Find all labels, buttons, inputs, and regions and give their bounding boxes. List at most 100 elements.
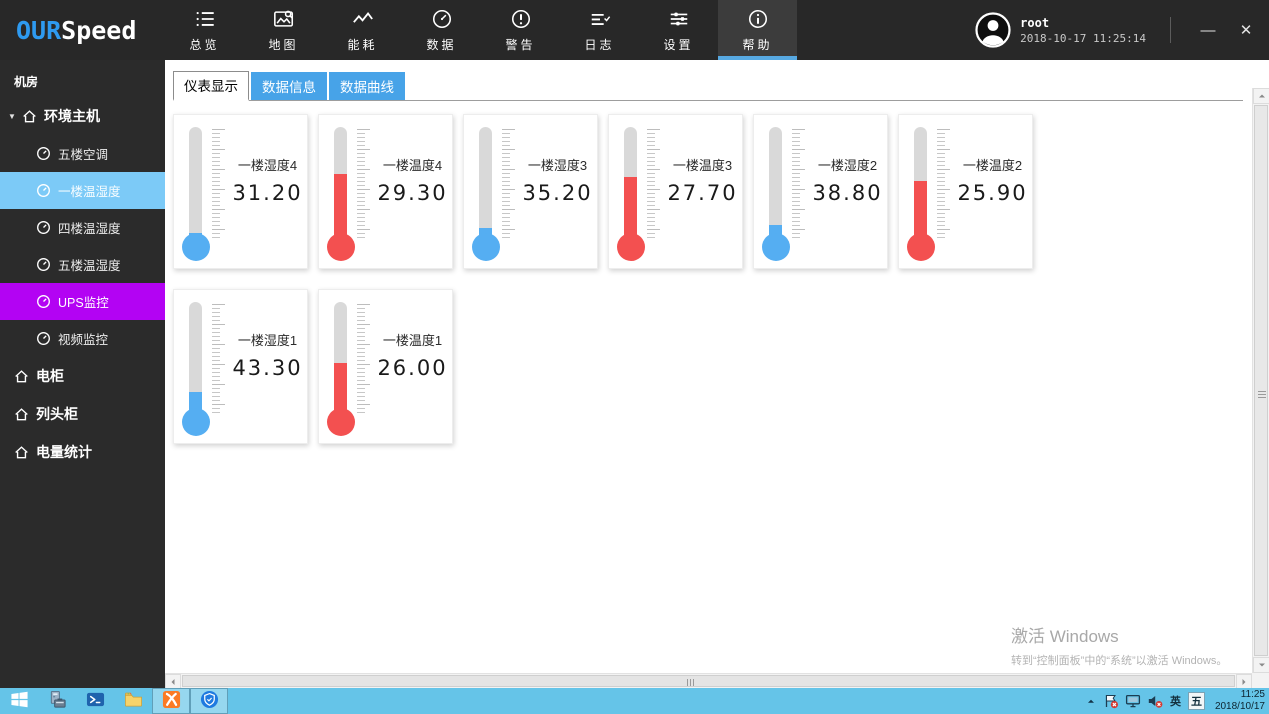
- user-info[interactable]: root 2018-10-17 11:25:14: [975, 0, 1146, 60]
- sidebar-group-power-statistics[interactable]: 电量统计: [0, 433, 165, 471]
- server-manager-button[interactable]: [38, 688, 76, 714]
- sidebar-group-row-head-cabinet[interactable]: 列头柜: [0, 395, 165, 433]
- sidebar-group-power-cabinet[interactable]: 电柜: [0, 357, 165, 395]
- sidebar-section-machine-room[interactable]: 机房: [0, 64, 165, 97]
- tray-network-icon: [1125, 693, 1141, 709]
- nav-item-label: 地图: [268, 36, 298, 53]
- volume-muted[interactable]: [1147, 693, 1163, 709]
- gauge-label: 一楼温度3: [673, 155, 732, 174]
- sidebar-item-5f-air-conditioning[interactable]: 五楼空调: [0, 135, 165, 172]
- sidebar-item-label: 环境主机: [44, 106, 100, 126]
- tray-flag-icon: [1103, 693, 1119, 709]
- log-icon: [589, 8, 611, 30]
- thermometer-fill: [914, 181, 927, 237]
- nav-item-label: 日志: [584, 36, 614, 53]
- powershell-icon: [86, 690, 105, 712]
- start-button[interactable]: [0, 688, 38, 714]
- map-icon: [273, 8, 295, 30]
- scroll-down-button[interactable]: [1253, 657, 1269, 673]
- nav-logs[interactable]: 日志: [560, 0, 639, 60]
- scroll-up-button[interactable]: [1253, 88, 1269, 104]
- tab-data-curve[interactable]: 数据曲线: [329, 72, 405, 100]
- thermometer-bulb: [182, 408, 210, 436]
- sidebar-item-label: 电量统计: [36, 442, 92, 462]
- gauge-value: 25.90: [957, 181, 1027, 205]
- gauge-label: 一楼湿度2: [818, 155, 877, 174]
- minimize-button[interactable]: —: [1189, 0, 1227, 60]
- thermometer-scale: [502, 129, 515, 238]
- sidebar-item-4f-temp-humidity[interactable]: 四楼温湿度: [0, 209, 165, 246]
- current-datetime: 2018-10-17 11:25:14: [1020, 32, 1146, 45]
- gauge-value: 35.20: [522, 181, 592, 205]
- thermometer-bulb: [182, 233, 210, 261]
- vertical-scrollbar-thumb[interactable]: [1254, 105, 1268, 656]
- scrollbar-corner: [1252, 673, 1269, 688]
- sidebar-item-label: 电柜: [36, 366, 64, 386]
- caret-down-icon: ▼: [8, 112, 22, 121]
- sidebar-item-video-monitoring[interactable]: 视频监控: [0, 320, 165, 357]
- horizontal-scrollbar-thumb[interactable]: [182, 675, 1235, 687]
- nav-item-label: 能耗: [347, 36, 377, 53]
- nav-map[interactable]: 地图: [244, 0, 323, 60]
- system-tray: 英 五 11:25 2018/10/17: [1086, 689, 1269, 713]
- sidebar-item-1f-temp-humidity[interactable]: 一楼温湿度: [0, 172, 165, 209]
- powershell-button[interactable]: [76, 688, 114, 714]
- thermometer-scale: [212, 129, 225, 238]
- nav-energy[interactable]: 能耗: [323, 0, 402, 60]
- xampp-button[interactable]: [152, 688, 190, 714]
- sidebar-item-5f-temp-humidity[interactable]: 五楼温湿度: [0, 246, 165, 283]
- hidden-icons-arrow[interactable]: [1086, 696, 1096, 706]
- nav-item-label: 数据: [426, 36, 456, 53]
- scroll-right-button[interactable]: [1236, 674, 1252, 688]
- nav-data[interactable]: 数据: [402, 0, 481, 60]
- sidebar-item-label: 视频监控: [58, 329, 108, 348]
- thermometer-icon: [174, 115, 232, 268]
- ime-indicator[interactable]: 五: [1188, 692, 1205, 710]
- scroll-left-button[interactable]: [165, 674, 181, 688]
- nav-help[interactable]: 帮助: [718, 0, 797, 60]
- vertical-scrollbar[interactable]: [1252, 88, 1269, 673]
- gauge-dial-icon: [431, 8, 453, 30]
- thermometer-scale: [647, 129, 660, 238]
- close-button[interactable]: ✕: [1227, 0, 1265, 60]
- horizontal-scrollbar[interactable]: [165, 673, 1252, 688]
- gauge-value: 26.00: [377, 356, 447, 380]
- gauge-value: 27.70: [667, 181, 737, 205]
- nav-settings[interactable]: 设置: [639, 0, 718, 60]
- windows-activation-watermark: 激活 Windows 转到“控制面板”中的“系统”以激活 Windows。: [1011, 622, 1227, 668]
- app-logo: OURSpeed: [0, 0, 165, 60]
- nav-overview[interactable]: 总览: [165, 0, 244, 60]
- tray-icons: [1103, 693, 1163, 709]
- logo-text-our: OUR: [16, 16, 61, 45]
- gauge-label: 一楼温度2: [963, 155, 1022, 174]
- action-center[interactable]: [1103, 693, 1119, 709]
- tab-data-info[interactable]: 数据信息: [251, 72, 327, 100]
- tab-label: 仪表显示: [184, 79, 238, 94]
- topbar: OURSpeed 总览 地图 能耗 数据 警告 日志 设置 帮助 root: [0, 0, 1269, 60]
- security-shield-button[interactable]: [190, 688, 228, 714]
- gauge-1f-humidity-4: 一楼湿度4 31.20: [173, 114, 308, 269]
- taskbar-clock[interactable]: 11:25 2018/10/17: [1215, 689, 1265, 713]
- window-controls-divider: [1170, 17, 1171, 43]
- scrollbar-grip: [1258, 391, 1266, 399]
- energy-icon: [352, 8, 374, 30]
- file-explorer-button[interactable]: [114, 688, 152, 714]
- gauge-1f-humidity-1: 一楼湿度1 43.30: [173, 289, 308, 444]
- tab-gauge-display[interactable]: 仪表显示: [173, 71, 249, 101]
- nav-alerts[interactable]: 警告: [481, 0, 560, 60]
- sidebar-group-environment-host[interactable]: ▼ 环境主机: [0, 97, 165, 135]
- thermometer-fill: [624, 177, 637, 238]
- network-status[interactable]: [1125, 693, 1141, 709]
- top-nav: 总览 地图 能耗 数据 警告 日志 设置 帮助: [165, 0, 797, 60]
- gauge-label: 一楼湿度1: [238, 330, 297, 349]
- security-shield-icon: [200, 690, 219, 712]
- list-icon: [194, 8, 216, 30]
- sidebar-item-ups-monitoring[interactable]: UPS监控: [0, 283, 165, 320]
- topbar-spacer: [797, 0, 975, 60]
- thermometer-scale: [792, 129, 805, 238]
- gauge-1f-humidity-2: 一楼湿度2 38.80: [753, 114, 888, 269]
- thermometer-scale: [212, 304, 225, 413]
- sidebar-item-label: 一楼温湿度: [58, 181, 121, 200]
- gauge-small-icon: [36, 146, 51, 161]
- language-indicator[interactable]: 英: [1170, 693, 1181, 709]
